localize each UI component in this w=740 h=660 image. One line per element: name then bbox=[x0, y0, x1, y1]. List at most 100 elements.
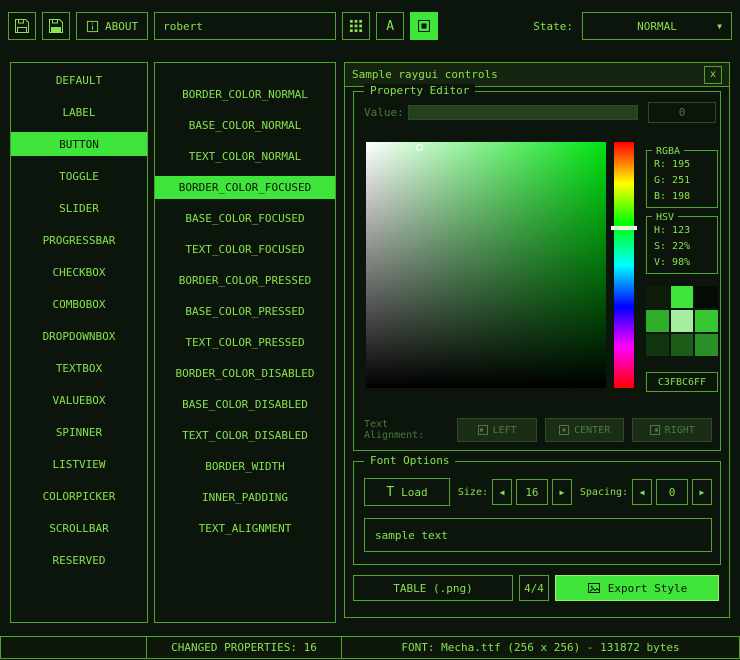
spacing-value-box[interactable]: 0 bbox=[656, 479, 688, 505]
controls-list-item[interactable]: COLORPICKER bbox=[11, 480, 147, 512]
state-dropdown-value: NORMAL bbox=[637, 20, 677, 33]
properties-list-item[interactable]: BASE_COLOR_DISABLED bbox=[155, 389, 335, 420]
properties-list-item[interactable]: BORDER_WIDTH bbox=[155, 451, 335, 482]
size-decrease-button[interactable]: ◀ bbox=[492, 479, 512, 505]
image-file-icon bbox=[587, 581, 601, 595]
rgba-label: RGBA bbox=[652, 144, 684, 160]
properties-list-item[interactable]: TEXT_COLOR_DISABLED bbox=[155, 420, 335, 451]
export-format-button[interactable]: TABLE (.png) bbox=[353, 575, 513, 601]
size-value-box[interactable]: 16 bbox=[516, 479, 548, 505]
properties-list-item[interactable]: BORDER_COLOR_FOCUSED bbox=[155, 172, 335, 203]
color-swatch[interactable] bbox=[646, 334, 669, 356]
about-label: ABOUT bbox=[105, 20, 138, 33]
style-name-input[interactable] bbox=[154, 12, 336, 40]
status-font-info: FONT: Mecha.ttf (256 x 256) - 131872 byt… bbox=[341, 636, 740, 659]
controls-list-item[interactable]: SPINNER bbox=[11, 416, 147, 448]
properties-list-item[interactable]: BASE_COLOR_PRESSED bbox=[155, 296, 335, 327]
arrow-left-icon: ◀ bbox=[500, 488, 505, 497]
color-swatch[interactable] bbox=[671, 334, 694, 356]
controls-list-item[interactable]: DEFAULT bbox=[11, 64, 147, 96]
hsv-box: HSV H: 123 S: 22% V: 98% bbox=[646, 216, 718, 274]
spacing-label: Spacing: bbox=[580, 487, 628, 498]
properties-list: BORDER_COLOR_NORMAL BASE_COLOR_NORMAL TE… bbox=[154, 62, 336, 623]
property-editor-label: Property Editor bbox=[364, 84, 475, 97]
style-color-swatches bbox=[646, 286, 718, 356]
color-swatch[interactable] bbox=[695, 310, 718, 332]
hex-value-box[interactable]: C3FBC6FF bbox=[646, 372, 718, 392]
controls-list-item[interactable]: BUTTON bbox=[11, 128, 147, 160]
export-style-button[interactable]: Export Style bbox=[555, 575, 719, 601]
controls-list-item[interactable]: VALUEBOX bbox=[11, 384, 147, 416]
hsv-s-value: S: 22% bbox=[654, 239, 717, 255]
size-increase-button[interactable]: ▶ bbox=[552, 479, 572, 505]
properties-list-item[interactable]: TEXT_COLOR_FOCUSED bbox=[155, 234, 335, 265]
controls-list-item[interactable]: PROGRESSBAR bbox=[11, 224, 147, 256]
color-swatch[interactable] bbox=[646, 310, 669, 332]
properties-list-item[interactable]: TEXT_ALIGNMENT bbox=[155, 513, 335, 544]
grid-icon bbox=[349, 19, 363, 33]
font-load-button[interactable]: T Load bbox=[364, 478, 450, 506]
color-saturation-panel[interactable] bbox=[366, 142, 606, 388]
letter-a-icon: A bbox=[386, 19, 394, 34]
properties-list-item[interactable]: TEXT_COLOR_PRESSED bbox=[155, 327, 335, 358]
color-swatch[interactable] bbox=[646, 286, 669, 308]
color-swatch[interactable] bbox=[671, 286, 694, 308]
controls-list-item[interactable]: DROPDOWNBOX bbox=[11, 320, 147, 352]
status-changed-properties: CHANGED PROPERTIES: 16 bbox=[146, 636, 342, 659]
controls-list-item[interactable]: LISTVIEW bbox=[11, 448, 147, 480]
hue-bar[interactable] bbox=[614, 142, 634, 388]
controls-list-item[interactable]: TEXTBOX bbox=[11, 352, 147, 384]
state-group: State: NORMAL ▼ bbox=[533, 12, 732, 40]
properties-list-item[interactable]: TEXT_COLOR_NORMAL bbox=[155, 141, 335, 172]
pages-value-box: 4/4 bbox=[519, 575, 549, 601]
table-view-button[interactable] bbox=[410, 12, 438, 40]
close-icon: x bbox=[710, 69, 716, 80]
save-style-as-button[interactable] bbox=[42, 12, 70, 40]
align-center-button[interactable]: CENTER bbox=[545, 418, 625, 442]
controls-list-item[interactable]: SCROLLBAR bbox=[11, 512, 147, 544]
properties-list-item[interactable]: BORDER_COLOR_PRESSED bbox=[155, 265, 335, 296]
align-right-icon bbox=[650, 425, 660, 435]
color-swatch[interactable] bbox=[671, 310, 694, 332]
align-left-button[interactable]: LEFT bbox=[457, 418, 537, 442]
text-t-icon: T bbox=[386, 485, 394, 500]
color-swatch[interactable] bbox=[695, 286, 718, 308]
controls-list-item[interactable]: CHECKBOX bbox=[11, 256, 147, 288]
align-center-icon bbox=[559, 425, 569, 435]
properties-list-item[interactable]: BASE_COLOR_FOCUSED bbox=[155, 203, 335, 234]
info-icon bbox=[86, 20, 99, 33]
controls-list: DEFAULT LABEL BUTTON TOGGLE SLIDER PROGR… bbox=[10, 62, 148, 623]
font-atlas-button[interactable]: A bbox=[376, 12, 404, 40]
controls-list-item[interactable]: TOGGLE bbox=[11, 160, 147, 192]
value-slider[interactable] bbox=[408, 105, 638, 120]
hue-marker[interactable] bbox=[611, 226, 637, 230]
grid-view-button[interactable] bbox=[342, 12, 370, 40]
value-box[interactable]: 0 bbox=[648, 102, 716, 123]
statusbar: CHANGED PROPERTIES: 16 FONT: Mecha.ttf (… bbox=[0, 636, 740, 659]
controls-list-item[interactable]: COMBOBOX bbox=[11, 288, 147, 320]
font-options-group: Font Options T Load Size: ◀ 16 ▶ Spacing… bbox=[353, 461, 721, 565]
hsv-label: HSV bbox=[652, 210, 678, 226]
properties-list-item[interactable]: BORDER_COLOR_DISABLED bbox=[155, 358, 335, 389]
about-button[interactable]: ABOUT bbox=[76, 12, 148, 40]
close-button[interactable]: x bbox=[704, 66, 722, 84]
sample-window-title: Sample raygui controls bbox=[352, 68, 498, 81]
controls-list-item[interactable]: SLIDER bbox=[11, 192, 147, 224]
spacing-increase-button[interactable]: ▶ bbox=[692, 479, 712, 505]
properties-list-item[interactable]: BORDER_COLOR_NORMAL bbox=[155, 79, 335, 110]
picker-selector[interactable] bbox=[416, 144, 423, 151]
controls-list-item[interactable]: LABEL bbox=[11, 96, 147, 128]
save-style-button[interactable] bbox=[8, 12, 36, 40]
font-options-label: Font Options bbox=[364, 454, 455, 467]
properties-list-item[interactable]: INNER_PADDING bbox=[155, 482, 335, 513]
sample-text-input[interactable]: sample text bbox=[364, 518, 712, 552]
spacing-decrease-button[interactable]: ◀ bbox=[632, 479, 652, 505]
align-right-button[interactable]: RIGHT bbox=[632, 418, 712, 442]
rgba-b-value: B: 198 bbox=[654, 189, 717, 205]
state-dropdown[interactable]: NORMAL ▼ bbox=[582, 12, 732, 40]
properties-list-item[interactable]: BASE_COLOR_NORMAL bbox=[155, 110, 335, 141]
chevron-down-icon: ▼ bbox=[717, 22, 722, 31]
controls-list-item[interactable]: RESERVED bbox=[11, 544, 147, 576]
color-swatch[interactable] bbox=[695, 334, 718, 356]
toolbar: ABOUT A State: NORMA bbox=[0, 0, 740, 52]
